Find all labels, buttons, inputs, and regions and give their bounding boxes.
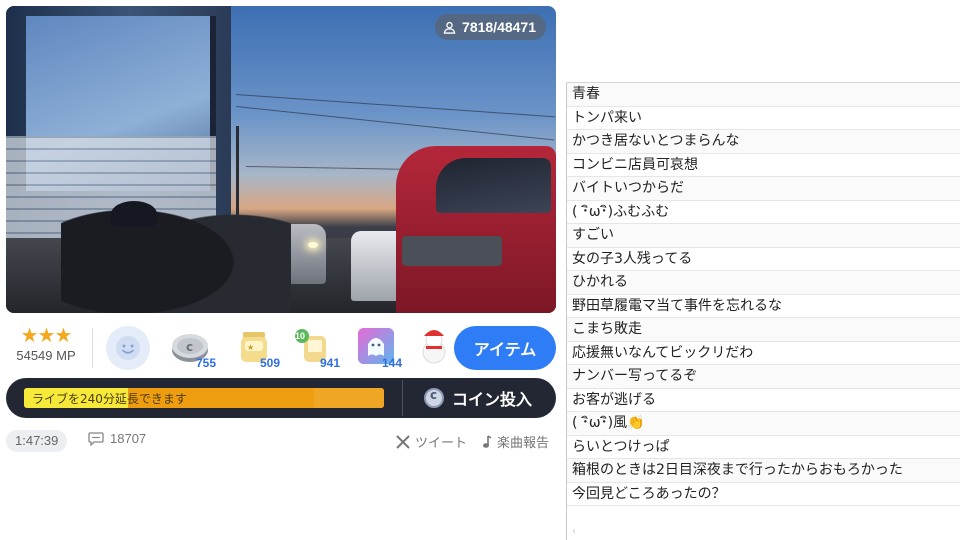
comment-item: コンビニ店員可哀想: [567, 154, 960, 177]
smile-icon: [116, 336, 140, 360]
coin-icon: [424, 388, 444, 408]
scroll-left-arrow-icon[interactable]: ‹: [572, 526, 576, 537]
comment-item: かつき居ないとつまらんな: [567, 130, 960, 154]
comment-item: 女の子3人残ってる: [567, 248, 960, 271]
video-red-van: [396, 146, 556, 313]
comment-count: 18707: [88, 431, 146, 446]
coin-gift-count: 755: [195, 356, 216, 370]
item-button[interactable]: アイテム: [454, 326, 556, 370]
extend-progress: ライブを240分延長できます: [24, 388, 384, 408]
jar-gift-count: 509: [259, 356, 280, 370]
video-player[interactable]: 7818/48471: [6, 6, 556, 313]
svg-text:★: ★: [247, 343, 254, 352]
divider: [92, 328, 93, 368]
divider: [402, 380, 403, 416]
cup-gift-badge: 10: [295, 331, 306, 341]
extend-progress-segment: [314, 388, 384, 408]
comment-list[interactable]: 青春 トンパ来い かつき居ないとつまらんな コンビニ店員可哀想 バイトいつからだ…: [566, 82, 960, 540]
tweet-link[interactable]: ツイート: [396, 432, 467, 451]
comment-item: ひかれる: [567, 271, 960, 295]
video-van-grille: [402, 236, 502, 266]
ghost-gift-count: 144: [381, 356, 402, 370]
comment-item: ナンバー写ってるぞ: [567, 365, 960, 389]
info-row: 1:47:39 18707 ツイート 楽曲報告: [6, 430, 558, 452]
speech-bubble-icon: [88, 431, 104, 446]
comment-item: トンパ来い: [567, 107, 960, 130]
rank-block: ★★★ 54549 MP: [6, 324, 86, 363]
video-people: [61, 181, 291, 313]
extend-bar: ライブを240分延長できます コイン投入: [6, 378, 556, 418]
comment-item: 箱根のときは2日目深夜まで行ったからおもろかった: [567, 459, 960, 483]
viewer-count: 7818/48471: [462, 19, 536, 35]
elapsed-time: 1:47:39: [6, 430, 68, 452]
comment-item: 今回見どころあったの？: [567, 483, 960, 506]
viewer-count-badge: 7818/48471: [435, 14, 546, 40]
video-van-glass: [436, 158, 551, 213]
comment-item: 青春: [567, 83, 960, 107]
jar-gift[interactable]: ★ 509: [230, 324, 280, 374]
video-wire: [235, 106, 555, 141]
smile-button[interactable]: [106, 326, 150, 370]
gift-bar: ★★★ 54549 MP c 755 ★ 509 10 941 144 アイテム: [6, 322, 558, 374]
rank-stars: ★★★: [20, 323, 73, 347]
comment-item: ( ･ิω･ิ)ふむふむ: [567, 201, 960, 224]
snowman-gift-icon: [422, 330, 446, 364]
comment-item: 応援無いなんてビックリだわ: [567, 342, 960, 365]
song-report-label: 楽曲報告: [497, 436, 550, 451]
video-wire: [235, 94, 556, 118]
comment-item: バイトいつからだ: [567, 177, 960, 201]
extend-label: ライブを240分延長できます: [32, 392, 187, 406]
song-report-link[interactable]: 楽曲報告: [482, 432, 549, 451]
x-logo-icon: [396, 434, 410, 449]
snowman-gift[interactable]: [410, 324, 450, 374]
person-icon: [443, 21, 456, 34]
comment-item: 野田草履電マ当て事件を忘れるな: [567, 295, 960, 318]
video-headlight: [308, 242, 318, 248]
cup-gift-count: 941: [319, 356, 340, 370]
cup-gift[interactable]: 10 941: [290, 324, 340, 374]
coin-insert-button[interactable]: コイン投入: [424, 384, 532, 412]
music-note-icon: [483, 434, 492, 448]
video-cap: [111, 201, 157, 227]
comment-item: すごい: [567, 224, 960, 248]
comment-item: ( ･ิω･ิ)風👏: [567, 412, 960, 436]
ghost-gift[interactable]: 144: [352, 324, 402, 374]
comment-item: らいとつけっぱ: [567, 436, 960, 459]
comment-item: お客が逃げる: [567, 389, 960, 412]
comment-item: こまち敗走: [567, 318, 960, 342]
comment-count-value: 18707: [110, 431, 147, 446]
coin-gift[interactable]: c 755: [166, 324, 216, 374]
coin-insert-label: コイン投入: [452, 390, 533, 409]
tweet-label: ツイート: [415, 436, 468, 451]
mp-value: 54549 MP: [16, 348, 76, 363]
svg-text:c: c: [186, 340, 193, 354]
